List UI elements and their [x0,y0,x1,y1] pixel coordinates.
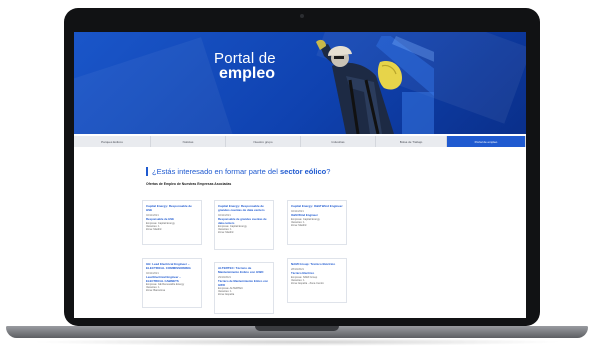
section-subheading: Ofertas de Empleo de Nuestras Empresas A… [146,182,232,186]
job-card[interactable]: ALTERTEC: Técnico de Mantenimiento Eólic… [214,262,274,314]
hero-banner: Portal de empleo [74,32,526,134]
tab-industrias[interactable]: Industrias [301,136,376,147]
laptop-screen: Portal de empleo Parques Eólicos Noticia… [74,32,526,318]
tab-bolsa-de-trabajo[interactable]: Bolsa de Trabajo [376,136,447,147]
job-card[interactable]: NAMI Group: Técnico Eléctrico 28/10/2021… [287,258,347,303]
job-location: Zona: Madrid [291,223,307,227]
job-card[interactable]: Capital Energy: Responsable de HSE 02/11… [142,200,202,245]
job-card[interactable]: GE: Lead Electrical Engineer – ELECTRICA… [142,258,202,308]
job-card[interactable]: Capital Energy: O&M Wind Engineer 02/11/… [287,200,347,245]
job-title-link[interactable]: Capital Energy: Responsable de HSE [146,204,198,212]
job-location: Zona: Barcelona [146,289,166,293]
job-location: Zona: España [218,293,235,297]
job-title-link[interactable]: NAMI Group: Técnico Eléctrico [291,262,343,266]
section-heading: ¿Estás interesado en formar parte del se… [146,167,330,176]
job-title-link[interactable]: GE: Lead Electrical Engineer – ELECTRICA… [146,262,198,270]
webcam [300,14,304,18]
tab-portal-de-empleo[interactable]: Portal de empleo [447,136,526,147]
job-role: Técnico de Mantenimiento Eólico con GWO [218,279,269,287]
main-nav: Parques Eólicos Noticias Nuestro grupo I… [74,136,526,147]
job-role: Responsable de grandes cuentas de data c… [218,217,267,225]
wind-technician-photo [316,36,434,134]
tab-noticias[interactable]: Noticias [151,136,226,147]
tab-parques-eolicos[interactable]: Parques Eólicos [74,136,151,147]
job-location: Zona: Madrid [218,231,234,235]
laptop-hinge-notch [255,326,339,331]
job-role: Lead Electrical Engineer – ELECTRICAL CA… [146,275,181,283]
job-title-link[interactable]: ALTERTEC: Técnico de Mantenimiento Eólic… [218,266,270,274]
job-card[interactable]: Capital Energy: Responsable de grandes c… [214,200,274,250]
tab-nuestro-grupo[interactable]: Nuestro grupo [226,136,301,147]
job-title-link[interactable]: Capital Energy: Responsable de grandes c… [218,204,270,212]
laptop-shadow [30,338,564,346]
job-title-link[interactable]: Capital Energy: O&M Wind Engineer [291,204,343,208]
job-location: Zona: Madrid [146,227,162,231]
job-location: Zona: España - Zona Centro [291,281,324,285]
hero-title-line2: empleo [219,65,276,82]
